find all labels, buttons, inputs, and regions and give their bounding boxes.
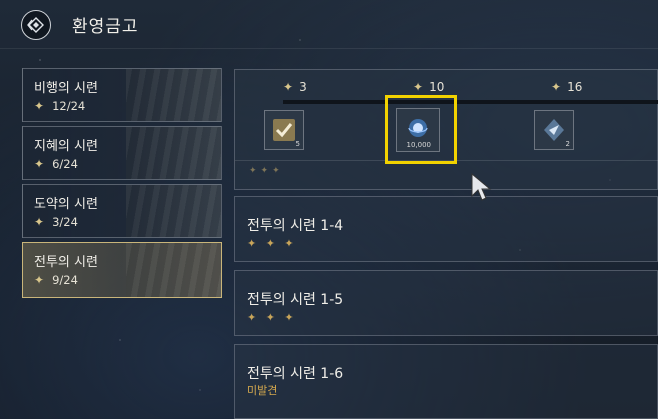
sidebar-item-label: 전투의 시련 bbox=[34, 255, 98, 270]
reward-count: 2 bbox=[565, 140, 570, 148]
diamond-back-icon bbox=[27, 17, 44, 33]
sidebar-item-combat-trial[interactable]: 전투의 시련 ✦ 9/24 bbox=[22, 242, 222, 298]
stage-row[interactable]: 전투의 시련 1-6 미발견 bbox=[234, 344, 658, 419]
page-title: 환영금고 bbox=[72, 17, 139, 37]
sidebar-item-progress: ✦ 6/24 bbox=[34, 157, 78, 171]
stage-row[interactable]: 전투의 시련 1-5 ✦ ✦ ✦ bbox=[234, 270, 658, 336]
sidebar-item-label: 비행의 시련 bbox=[34, 81, 98, 96]
stage-row[interactable]: 전투의 시련 1-4 ✦ ✦ ✦ bbox=[234, 196, 658, 262]
check-chest-icon bbox=[273, 119, 295, 141]
back-button[interactable] bbox=[21, 10, 51, 40]
trial-artwork bbox=[126, 69, 221, 121]
reward-count: 5 bbox=[295, 140, 300, 148]
stage-status: 미발견 bbox=[247, 384, 278, 397]
sidebar-item-progress: ✦ 9/24 bbox=[34, 273, 78, 287]
star-icon: ✦ bbox=[34, 99, 45, 113]
header: 환영금고 bbox=[0, 0, 658, 48]
sidebar-item-progress: ✦ 3/24 bbox=[34, 215, 78, 229]
star-icon: ✦ bbox=[34, 215, 45, 229]
milestone-label: ✦ 3 bbox=[283, 80, 307, 94]
sidebar-item-flight-trial[interactable]: 비행의 시련 ✦ 12/24 bbox=[22, 68, 222, 122]
trial-artwork bbox=[126, 243, 221, 297]
sidebar-item-leap-trial[interactable]: 도약의 시련 ✦ 3/24 bbox=[22, 184, 222, 238]
stage-stars: ✦ ✦ ✦ bbox=[247, 237, 297, 250]
stage-name: 전투의 시련 1-4 bbox=[247, 218, 344, 234]
star-icon: ✦ bbox=[283, 80, 294, 94]
stage-name: 전투의 시련 1-5 bbox=[247, 292, 344, 308]
sidebar-item-progress: ✦ 12/24 bbox=[34, 99, 86, 113]
reward-item[interactable]: 5 bbox=[264, 110, 304, 150]
star-icon: ✦ bbox=[551, 80, 562, 94]
stage-stars-dim: ✦✦✦ bbox=[249, 166, 284, 176]
star-icon: ✦ bbox=[413, 80, 424, 94]
star-icon: ✦ bbox=[34, 273, 45, 287]
mouse-cursor-icon bbox=[471, 172, 492, 201]
selected-reward-highlight bbox=[385, 95, 457, 164]
crystal-emblem-icon bbox=[544, 119, 564, 141]
trial-artwork bbox=[126, 185, 221, 237]
reward-item[interactable]: 2 bbox=[534, 110, 574, 150]
milestone-label: ✦ 16 bbox=[551, 80, 583, 94]
trial-artwork bbox=[126, 127, 221, 179]
sidebar-item-wisdom-trial[interactable]: 지혜의 시련 ✦ 6/24 bbox=[22, 126, 222, 180]
milestone-label: ✦ 10 bbox=[413, 80, 445, 94]
header-divider bbox=[0, 48, 658, 49]
stage-stars: ✦ ✦ ✦ bbox=[247, 311, 297, 324]
star-icon: ✦ bbox=[34, 157, 45, 171]
reward-progress-track bbox=[283, 100, 658, 104]
sidebar-item-label: 지혜의 시련 bbox=[34, 139, 98, 154]
stage-name: 전투의 시련 1-6 bbox=[247, 366, 344, 382]
sidebar-item-label: 도약의 시련 bbox=[34, 197, 98, 212]
